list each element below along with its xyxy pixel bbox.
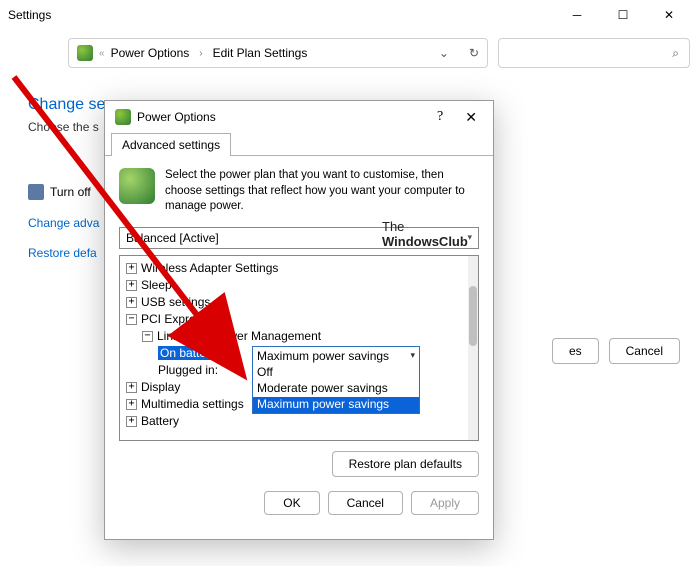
tab-advanced-settings[interactable]: Advanced settings — [111, 133, 231, 156]
expander-icon[interactable]: + — [126, 263, 137, 274]
watermark: TheWindowsClub — [382, 220, 468, 250]
minimize-button[interactable]: ─ — [554, 0, 600, 30]
chevron-down-icon: ▾ — [410, 350, 415, 361]
chevron-left-icon: « — [99, 48, 105, 59]
cancel-button[interactable]: Cancel — [328, 491, 403, 515]
es-button[interactable]: es — [552, 338, 599, 364]
tree-wireless[interactable]: Wireless Adapter Settings — [141, 261, 278, 275]
power-options-icon — [115, 109, 131, 125]
expander-icon[interactable]: + — [126, 280, 137, 291]
power-plan-large-icon — [119, 168, 155, 204]
turnoff-label: Turn off — [50, 185, 91, 199]
close-icon[interactable]: ✕ — [459, 107, 483, 128]
settings-tree[interactable]: + Wireless Adapter Settings + Sleep + USB s… — [119, 255, 479, 441]
expander-icon[interactable]: + — [126, 297, 137, 308]
tree-plugged-in[interactable]: Plugged in: — [158, 363, 218, 377]
search-input[interactable]: ⌕ — [498, 38, 690, 68]
power-plan-icon — [77, 45, 93, 61]
display-icon — [28, 184, 44, 200]
refresh-icon[interactable]: ↻ — [469, 46, 479, 60]
tree-multimedia[interactable]: Multimedia settings — [141, 397, 244, 411]
on-battery-dropdown[interactable]: Maximum power savings ▾ Off Moderate pow… — [252, 346, 420, 414]
dropdown-option-off[interactable]: Off — [253, 365, 419, 381]
dropdown-icon[interactable]: ⌄ — [439, 46, 449, 60]
apply-button[interactable]: Apply — [411, 491, 479, 515]
tree-on-battery[interactable]: On battery: — [158, 346, 221, 360]
dialog-intro-text: Select the power plan that you want to c… — [165, 168, 479, 215]
breadcrumb-item[interactable]: Power Options — [111, 46, 190, 60]
restore-plan-defaults-button[interactable]: Restore plan defaults — [332, 451, 479, 477]
expander-icon[interactable]: + — [126, 416, 137, 427]
tree-pci-express[interactable]: PCI Express — [141, 312, 208, 326]
breadcrumb-bar[interactable]: « Power Options › Edit Plan Settings ⌄ ↻ — [68, 38, 488, 68]
tree-battery[interactable]: Battery — [141, 414, 179, 428]
power-options-dialog: Power Options ? ✕ Advanced settings Sele… — [104, 100, 494, 540]
tree-display[interactable]: Display — [141, 380, 180, 394]
scrollbar-thumb[interactable] — [469, 286, 477, 346]
cancel-button[interactable]: Cancel — [609, 338, 680, 364]
tree-scrollbar[interactable] — [468, 256, 478, 440]
expander-icon[interactable]: + — [126, 382, 137, 393]
plan-select-value: Balanced [Active] — [126, 231, 219, 245]
dropdown-value: Maximum power savings — [257, 349, 389, 363]
window-close-button[interactable]: ✕ — [646, 0, 692, 30]
help-button[interactable]: ? — [437, 109, 443, 125]
tree-usb[interactable]: USB settings — [141, 295, 210, 309]
chevron-down-icon: ▾ — [467, 232, 472, 243]
expander-icon[interactable]: − — [126, 314, 137, 325]
breadcrumb-item[interactable]: Edit Plan Settings — [213, 46, 308, 60]
expander-icon[interactable]: − — [142, 331, 153, 342]
maximize-button[interactable]: ☐ — [600, 0, 646, 30]
window-title: Settings — [8, 8, 554, 22]
ok-button[interactable]: OK — [264, 491, 319, 515]
dropdown-option-moderate[interactable]: Moderate power savings — [253, 381, 419, 397]
search-icon: ⌕ — [672, 46, 679, 61]
tree-sleep[interactable]: Sleep — [141, 278, 172, 292]
dialog-title: Power Options — [137, 110, 437, 124]
chevron-right-icon: › — [199, 48, 202, 59]
tree-link-state[interactable]: Link State Power Management — [157, 329, 321, 343]
dropdown-option-maximum[interactable]: Maximum power savings — [253, 397, 419, 413]
expander-icon[interactable]: + — [126, 399, 137, 410]
